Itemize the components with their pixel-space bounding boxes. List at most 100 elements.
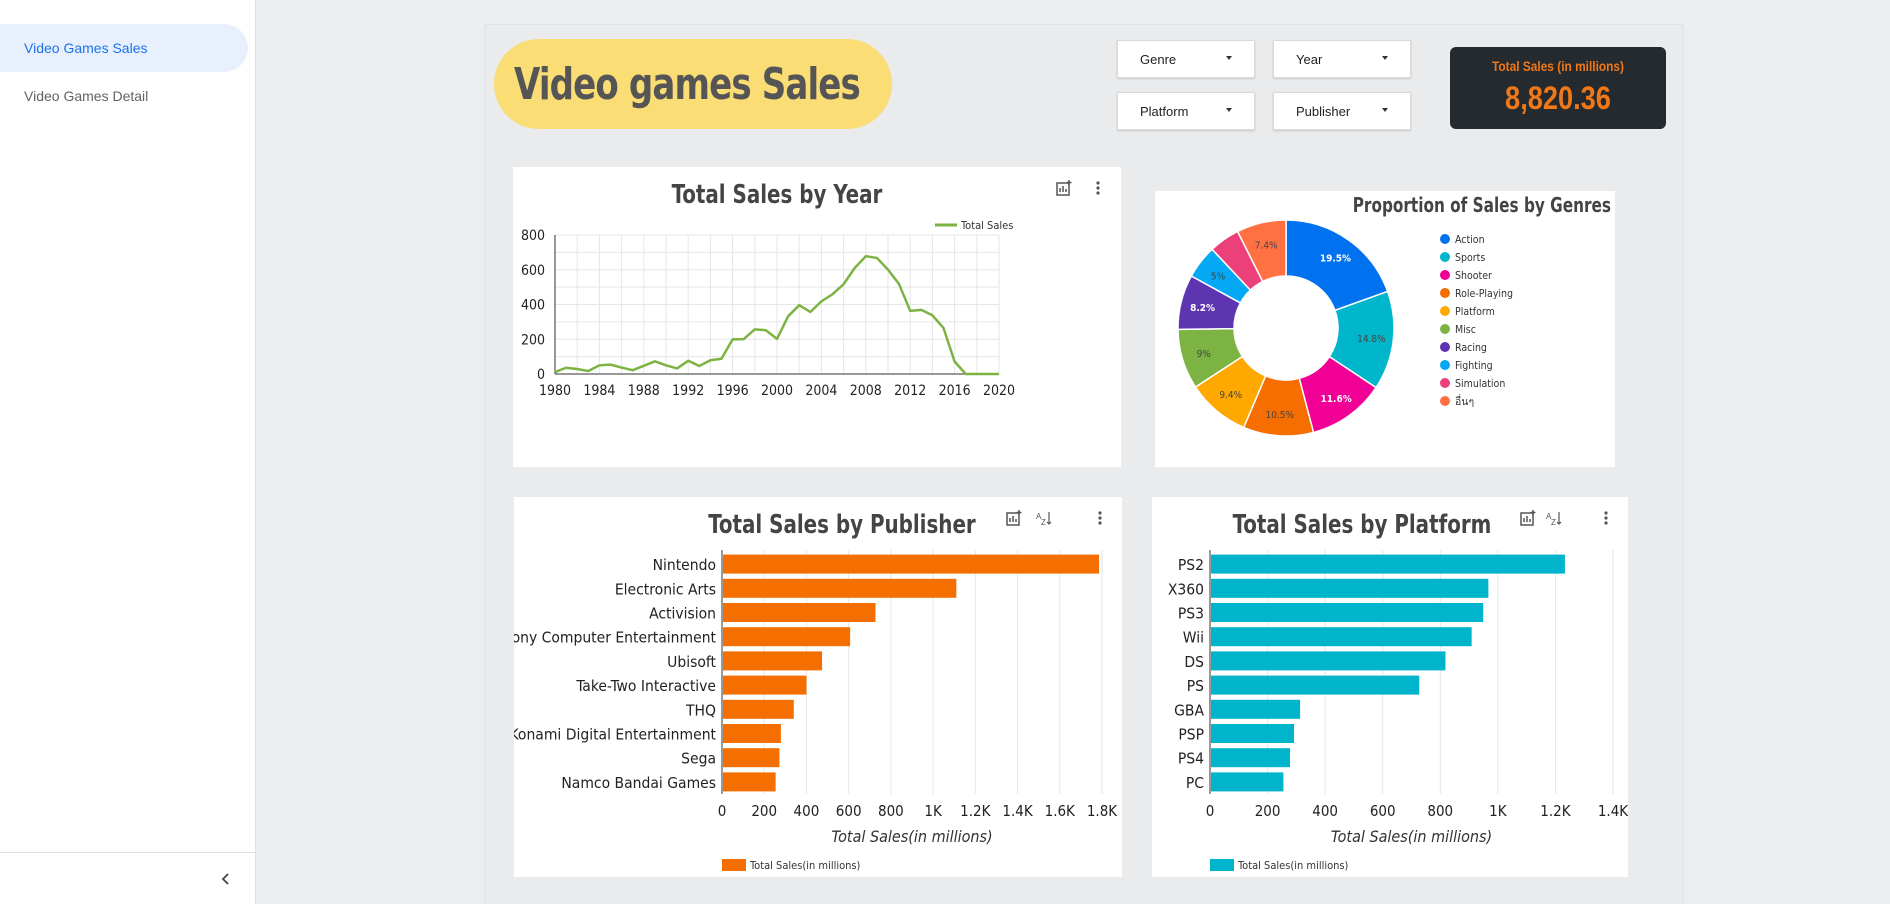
- x-tick-label: 2004: [805, 383, 837, 399]
- category-label: PS2: [1178, 556, 1204, 574]
- publisher-filter[interactable]: Publisher: [1273, 92, 1411, 130]
- bar-namco-bandai-games: [723, 772, 776, 792]
- chart-title: Total Sales by Year: [672, 179, 883, 209]
- y-tick-label: 400: [521, 298, 545, 314]
- category-label: Electronic Arts: [615, 580, 716, 598]
- legend-swatch: [1440, 324, 1450, 334]
- legend-swatch: [1440, 396, 1450, 406]
- sales-by-year-svg: Total Sales by Year 0 200 400 600 800 1980 1984…: [521, 179, 1015, 399]
- legend-label: Total Sales(in millions): [1237, 859, 1349, 872]
- category-label: PSP: [1178, 726, 1204, 744]
- bar-sega: [723, 748, 780, 768]
- legend-swatch: [1440, 342, 1450, 352]
- report-title-text: Video games Sales: [514, 58, 861, 110]
- x-tick-label: 2000: [761, 383, 793, 399]
- y-tick-label: 800: [521, 228, 545, 244]
- chevron-left-icon[interactable]: [214, 867, 238, 891]
- legend-swatch: [1210, 859, 1234, 871]
- pie-slice-label: 9%: [1197, 349, 1212, 360]
- more-vert-icon[interactable]: [1089, 179, 1107, 197]
- legend-label: Misc: [1455, 324, 1476, 336]
- sales-by-publisher-chart[interactable]: Total Sales by Publisher 0 200 400 600 800 1K 1…: [514, 497, 1122, 877]
- publisher-filter-label: Publisher: [1296, 103, 1351, 119]
- bar-gba: [1211, 699, 1301, 719]
- bar-ubisoft: [723, 651, 823, 671]
- sort-icon[interactable]: AZ: [1035, 509, 1053, 527]
- sidebar-item-video-games-detail[interactable]: Video Games Detail: [0, 72, 248, 120]
- chart-title: Proportion of Sales by Genres: [1353, 195, 1611, 218]
- sort-icon[interactable]: AZ: [1545, 509, 1563, 527]
- sales-by-year-chart[interactable]: Total Sales by Year 0 200 400 600 800 1980 1984…: [513, 167, 1121, 467]
- chart-title: Total Sales by Publisher: [708, 509, 976, 539]
- bar-ps: [1211, 675, 1420, 695]
- x-tick-label: 1.2K: [1540, 802, 1571, 820]
- sales-by-publisher-svg: Total Sales by Publisher 0 200 400 600 800 1K 1…: [514, 509, 1118, 872]
- x-tick-label: 1.2K: [960, 802, 991, 820]
- y-tick-label: 600: [521, 263, 545, 279]
- platform-filter[interactable]: Platform: [1117, 92, 1255, 130]
- pie-slice-label: 7.4%: [1255, 240, 1278, 251]
- sales-by-genre-svg: 19.5% 14.8% 11.6% 10.5% 9.4% 9% 8.2% 5% 7.4% Prop…: [1177, 195, 1611, 437]
- bar-ps3: [1211, 603, 1484, 622]
- more-vert-icon[interactable]: [1091, 509, 1109, 527]
- x-tick-label: 0: [1206, 802, 1215, 820]
- x-tick-label: 2012: [894, 383, 926, 399]
- legend-label: Role-Playing: [1455, 288, 1513, 300]
- legend-swatch: [1440, 288, 1450, 298]
- dropdown-caret-icon: [1382, 56, 1388, 60]
- bar-ps2: [1211, 554, 1565, 574]
- platform-filter-label: Platform: [1140, 103, 1189, 119]
- genre-filter[interactable]: Genre: [1117, 40, 1255, 78]
- legend-label: Racing: [1455, 342, 1487, 354]
- legend-label: อื่นๆ: [1455, 394, 1474, 408]
- x-tick-label: 800: [1427, 802, 1453, 820]
- legend-label: Simulation: [1455, 378, 1505, 390]
- pie-slice-label: 19.5%: [1320, 254, 1351, 265]
- scorecard-value: 8,820.36: [1505, 80, 1611, 116]
- sales-by-platform-svg: Total Sales by Platform 0 200 400 600 800 1K 1.…: [1168, 509, 1628, 872]
- x-tick-label: 1988: [628, 383, 660, 399]
- category-label: Sony Computer Entertainment: [514, 629, 717, 647]
- x-tick-label: 200: [1255, 802, 1281, 820]
- explore-chart-icon[interactable]: [1055, 179, 1073, 197]
- bar-activision: [723, 603, 876, 622]
- sidebar-footer: [0, 852, 256, 904]
- pie-slice-label: 9.4%: [1219, 390, 1242, 401]
- category-label: GBA: [1174, 701, 1204, 719]
- x-tick-label: 200: [751, 802, 777, 820]
- legend-swatch: [1440, 360, 1450, 370]
- sidebar-item-video-games-sales[interactable]: Video Games Sales: [0, 24, 248, 72]
- x-tick-label: 1K: [924, 802, 943, 820]
- category-label: Take-Two Interactive: [575, 677, 716, 695]
- dropdown-caret-icon: [1226, 108, 1232, 112]
- category-label: Konami Digital Entertainment: [514, 726, 717, 744]
- sidebar-item-label: Video Games Sales: [24, 40, 148, 56]
- bar-take-two-interactive: [723, 675, 807, 695]
- sales-by-platform-chart[interactable]: Total Sales by Platform 0 200 400 600 800 1K 1.…: [1152, 497, 1628, 877]
- explore-chart-icon[interactable]: [1005, 509, 1023, 527]
- bar-psp: [1211, 724, 1295, 743]
- legend-swatch: [1440, 252, 1450, 262]
- x-tick-label: 1996: [717, 383, 749, 399]
- dropdown-caret-icon: [1382, 108, 1388, 112]
- category-label: THQ: [685, 701, 716, 719]
- pie-slice-label: 10.5%: [1266, 410, 1295, 421]
- sales-by-genre-chart[interactable]: 19.5% 14.8% 11.6% 10.5% 9.4% 9% 8.2% 5% 7.4% Prop…: [1155, 191, 1615, 467]
- bar-pc: [1211, 772, 1284, 792]
- y-tick-label: 200: [521, 332, 545, 348]
- more-vert-icon[interactable]: [1597, 509, 1615, 527]
- x-tick-label: 2020: [983, 383, 1015, 399]
- category-label: PC: [1186, 774, 1204, 792]
- x-tick-label: 1980: [539, 383, 571, 399]
- category-label: PS3: [1178, 605, 1204, 623]
- x-tick-label: 1.4K: [1598, 802, 1628, 820]
- bar-konami-digital-entertainment: [723, 724, 781, 743]
- category-label: Sega: [681, 750, 716, 768]
- explore-chart-icon[interactable]: [1519, 509, 1537, 527]
- bar-ps4: [1211, 748, 1291, 768]
- legend-swatch: [722, 859, 746, 871]
- x-tick-label: 600: [836, 802, 862, 820]
- genre-filter-label: Genre: [1140, 51, 1177, 67]
- legend-label: Shooter: [1455, 270, 1492, 282]
- year-filter[interactable]: Year: [1273, 40, 1411, 78]
